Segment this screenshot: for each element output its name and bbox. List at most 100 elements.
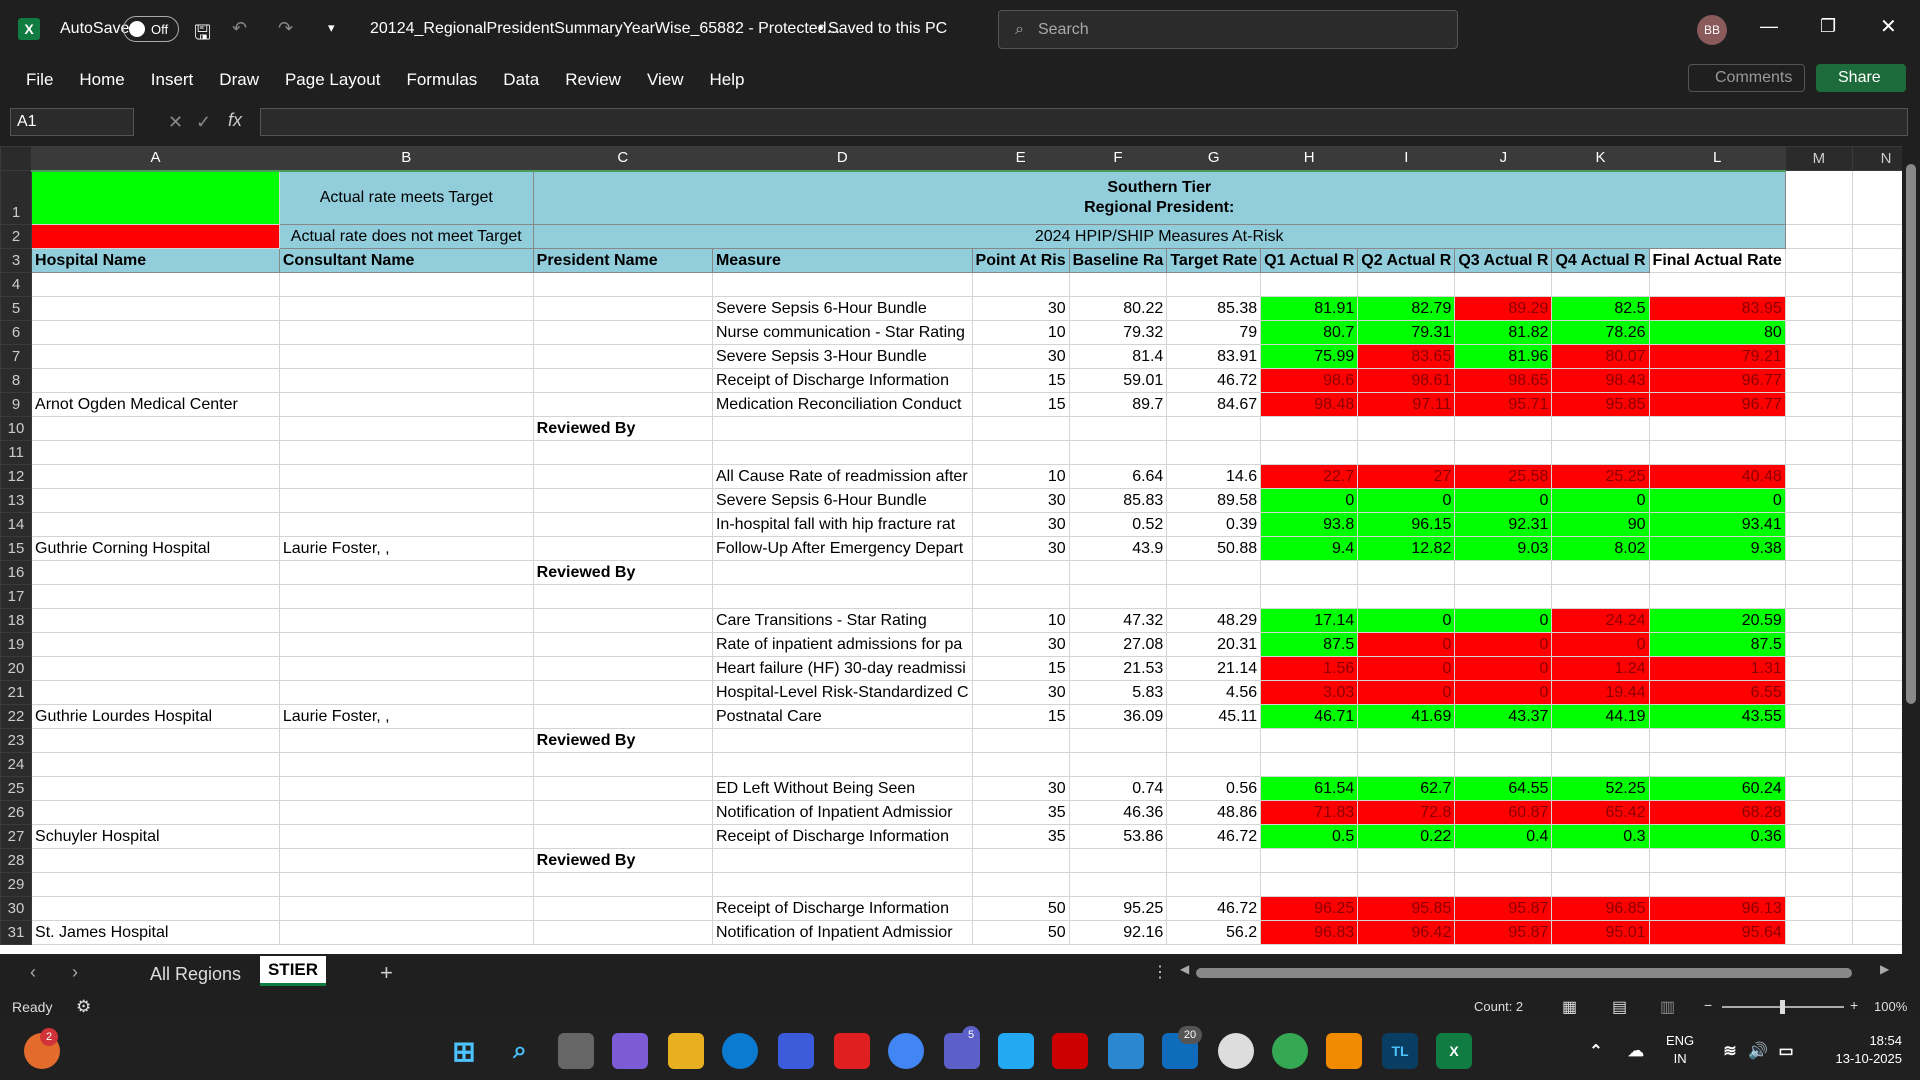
actual-rate-cell[interactable]: 95.87 <box>1454 920 1553 945</box>
cell[interactable] <box>1166 272 1262 297</box>
cell[interactable] <box>532 584 713 609</box>
legend-meets-target[interactable]: Actual rate meets Target <box>278 170 534 225</box>
president-name[interactable] <box>532 320 713 345</box>
actual-rate-cell[interactable]: 0 <box>1454 488 1553 513</box>
cell[interactable] <box>1551 416 1650 441</box>
baseline-rate[interactable]: 21.53 <box>1068 656 1168 681</box>
formula-input[interactable] <box>260 108 1908 136</box>
cell[interactable] <box>1784 920 1854 945</box>
hospital-name[interactable] <box>31 608 280 633</box>
consultant-name[interactable]: Laurie Foster, , <box>278 536 534 561</box>
baseline-rate[interactable]: 79.32 <box>1068 320 1168 345</box>
actual-rate-cell[interactable]: 0 <box>1648 488 1786 513</box>
cell[interactable] <box>1068 440 1168 465</box>
actual-rate-cell[interactable]: 0 <box>1551 488 1650 513</box>
baseline-rate[interactable]: 36.09 <box>1068 704 1168 729</box>
hospital-name[interactable]: St. James Hospital <box>31 920 280 945</box>
actual-rate-cell[interactable]: 0 <box>1454 656 1553 681</box>
actual-rate-cell[interactable]: 93.8 <box>1260 512 1359 537</box>
cell[interactable] <box>278 872 534 897</box>
scroll-left-icon[interactable]: ◀ <box>1180 962 1189 976</box>
baseline-rate[interactable]: 27.08 <box>1068 632 1168 657</box>
copilot-icon[interactable] <box>612 1033 648 1069</box>
hospital-name[interactable] <box>31 368 280 393</box>
cell[interactable] <box>1068 728 1168 753</box>
cell[interactable] <box>1784 512 1854 537</box>
cell[interactable] <box>1068 848 1168 873</box>
actual-rate-cell[interactable]: 95.01 <box>1551 920 1650 945</box>
vscode-icon[interactable] <box>998 1033 1034 1069</box>
actual-rate-cell[interactable]: 95.87 <box>1454 896 1553 921</box>
vertical-scroll-thumb[interactable] <box>1906 164 1916 704</box>
cell[interactable] <box>711 848 973 873</box>
president-name[interactable] <box>532 392 713 417</box>
row-header[interactable]: 15 <box>0 536 33 561</box>
cell[interactable] <box>1784 440 1854 465</box>
cell[interactable] <box>31 584 280 609</box>
actual-rate-cell[interactable]: 95.71 <box>1454 392 1553 417</box>
column-header-i[interactable]: I <box>1357 146 1456 172</box>
cell[interactable] <box>278 416 534 441</box>
actual-rate-cell[interactable]: 0 <box>1357 632 1456 657</box>
row-header[interactable]: 9 <box>0 392 33 417</box>
measure-name[interactable]: Nurse communication - Star Rating <box>711 320 973 345</box>
cell[interactable] <box>971 872 1070 897</box>
sublime-icon[interactable] <box>1326 1033 1362 1069</box>
actual-rate-cell[interactable]: 98.61 <box>1357 368 1456 393</box>
more-options-icon[interactable]: ⋮ <box>1152 962 1168 982</box>
actual-rate-cell[interactable]: 79.31 <box>1357 320 1456 345</box>
column-title[interactable]: Q4 Actual R <box>1551 248 1650 273</box>
actual-rate-cell[interactable]: 0 <box>1357 608 1456 633</box>
ribbon-tab-data[interactable]: Data <box>503 70 539 90</box>
consultant-name[interactable] <box>278 896 534 921</box>
cell[interactable] <box>1784 752 1854 777</box>
baseline-rate[interactable]: 6.64 <box>1068 464 1168 489</box>
row-header[interactable]: 6 <box>0 320 33 345</box>
cell[interactable] <box>1357 416 1456 441</box>
redo-icon[interactable]: ↷ <box>278 18 293 39</box>
legend-green-cell[interactable] <box>31 170 280 225</box>
cell[interactable] <box>971 416 1070 441</box>
start-icon[interactable]: ⊞ <box>446 1033 482 1069</box>
measure-name[interactable]: Receipt of Discharge Information <box>711 824 973 849</box>
president-name[interactable] <box>532 536 713 561</box>
zoom-out-icon[interactable]: − <box>1704 997 1712 1013</box>
president-name[interactable] <box>532 296 713 321</box>
actual-rate-cell[interactable]: 98.65 <box>1454 368 1553 393</box>
target-rate[interactable]: 89.58 <box>1166 488 1262 513</box>
row-header[interactable]: 5 <box>0 296 33 321</box>
consultant-name[interactable] <box>278 344 534 369</box>
row-header[interactable]: 31 <box>0 920 33 945</box>
page-layout-icon[interactable]: ▤ <box>1612 997 1627 1017</box>
chrome-icon[interactable] <box>888 1033 924 1069</box>
cancel-icon[interactable]: ✕ <box>168 112 183 133</box>
cell[interactable] <box>1068 872 1168 897</box>
calendar-icon[interactable] <box>778 1033 814 1069</box>
cell[interactable] <box>31 752 280 777</box>
column-header-j[interactable]: J <box>1454 146 1553 172</box>
measure-name[interactable]: Receipt of Discharge Information <box>711 368 973 393</box>
column-title[interactable]: Target Rate <box>1166 248 1262 273</box>
customize-qat-icon[interactable]: ▾ <box>328 20 335 36</box>
cell[interactable] <box>971 728 1070 753</box>
actual-rate-cell[interactable]: 0 <box>1454 680 1553 705</box>
consultant-name[interactable]: Laurie Foster, , <box>278 704 534 729</box>
actual-rate-cell[interactable]: 43.37 <box>1454 704 1553 729</box>
cell[interactable] <box>1784 248 1854 273</box>
cell[interactable] <box>1784 272 1854 297</box>
actual-rate-cell[interactable]: 0 <box>1551 632 1650 657</box>
reviewed-by-label[interactable]: Reviewed By <box>532 848 713 873</box>
select-all-corner[interactable] <box>0 146 33 171</box>
points-at-risk[interactable]: 10 <box>971 464 1070 489</box>
actual-rate-cell[interactable]: 72.8 <box>1357 800 1456 825</box>
undo-icon[interactable]: ↶ <box>232 18 247 39</box>
column-title[interactable]: Final Actual Rate <box>1648 248 1786 273</box>
hospital-name[interactable] <box>31 296 280 321</box>
actual-rate-cell[interactable]: 41.69 <box>1357 704 1456 729</box>
actual-rate-cell[interactable]: 95.85 <box>1551 392 1650 417</box>
next-sheet-icon[interactable]: › <box>72 962 78 983</box>
actual-rate-cell[interactable]: 1.56 <box>1260 656 1359 681</box>
language-indicator[interactable]: ENG IN <box>1666 1032 1694 1068</box>
cell[interactable] <box>1551 728 1650 753</box>
actual-rate-cell[interactable]: 0 <box>1357 488 1456 513</box>
